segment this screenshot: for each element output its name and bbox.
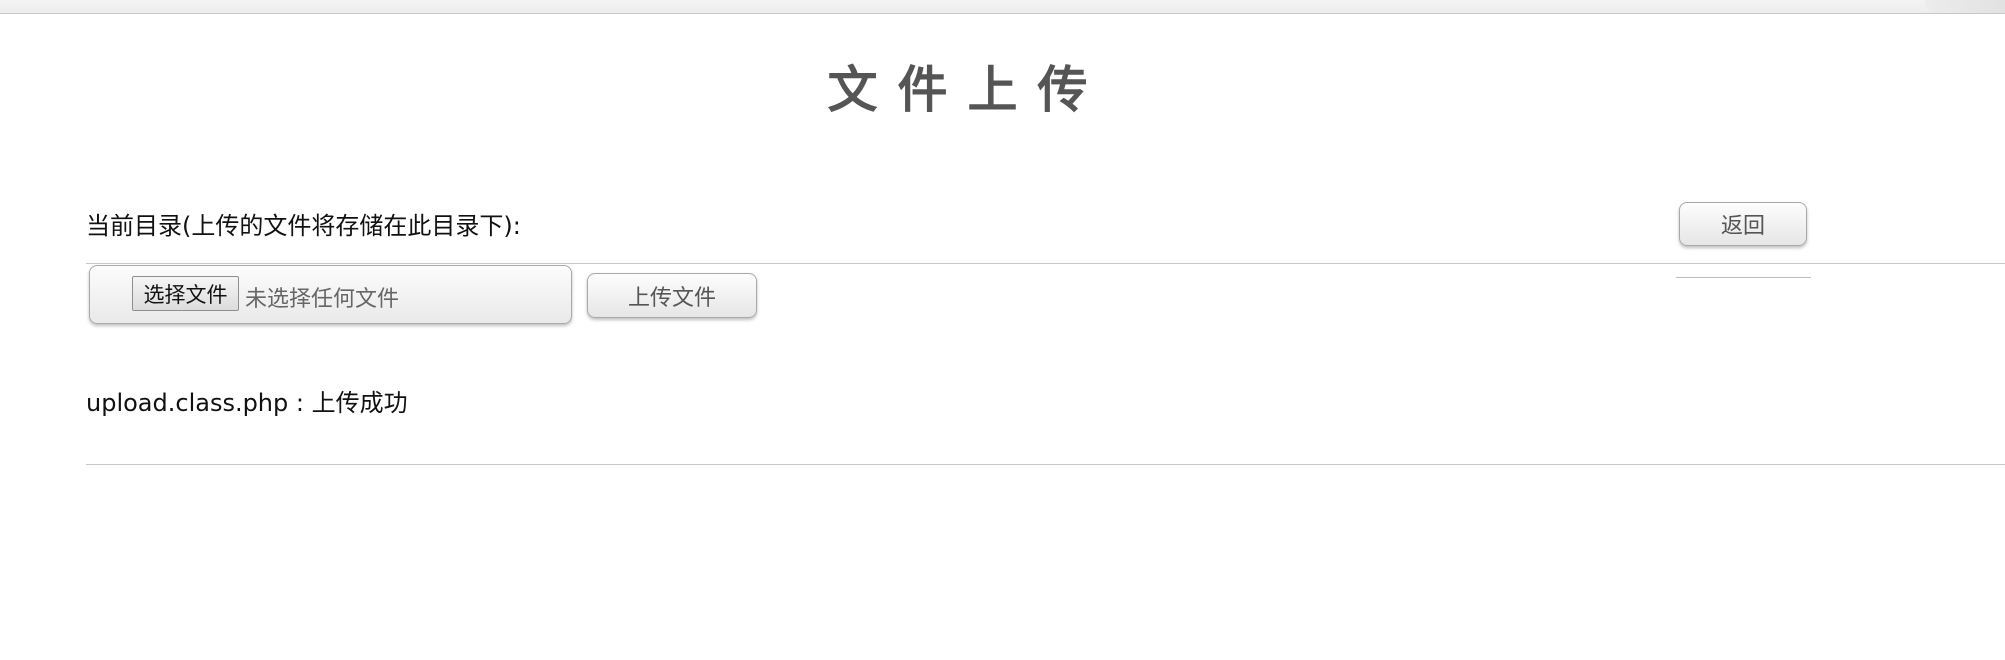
current-directory-label: 当前目录(上传的文件将存储在此目录下):	[86, 212, 521, 240]
top-divider	[86, 263, 2005, 264]
file-input-container[interactable]: 选择文件 未选择任何文件	[89, 265, 572, 324]
no-file-selected-text: 未选择任何文件	[245, 287, 400, 312]
choose-file-button[interactable]: 选择文件	[132, 276, 239, 311]
browser-top-bar-corner	[1925, 0, 2005, 13]
page-title: 文件上传	[827, 61, 1108, 119]
back-button[interactable]: 返回	[1679, 202, 1807, 246]
back-button-underline	[1676, 277, 1811, 278]
upload-result-message: upload.class.php : 上传成功	[86, 389, 408, 417]
bottom-divider	[86, 464, 2005, 465]
upload-file-button[interactable]: 上传文件	[587, 273, 757, 318]
browser-top-bar	[0, 0, 2005, 14]
